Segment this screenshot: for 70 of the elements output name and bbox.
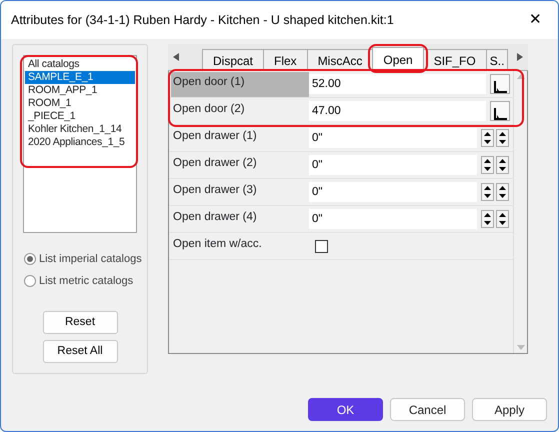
down-arrow-icon — [499, 140, 506, 144]
up-arrow-icon — [484, 213, 491, 217]
catalog-item[interactable]: 2020 Appliances_1_5 — [25, 136, 135, 149]
radio-button[interactable] — [24, 274, 36, 287]
value-field[interactable]: 0" — [309, 182, 477, 202]
tab[interactable]: S.. — [486, 49, 508, 70]
tab[interactable]: SIF_FO — [422, 49, 487, 70]
value-field[interactable]: 47.00 — [309, 101, 486, 121]
down-arrow-icon — [484, 167, 491, 171]
up-arrow-icon — [499, 213, 506, 217]
up-arrow-icon — [499, 186, 506, 190]
attribute-label[interactable]: Open drawer (4) — [171, 206, 309, 232]
attribute-label[interactable]: Open door (2) — [171, 98, 309, 124]
angle-icon — [493, 81, 507, 93]
spin-button[interactable] — [481, 183, 494, 201]
reset-button[interactable]: Reset — [42, 311, 118, 334]
radio-label[interactable]: List metric catalogs — [39, 272, 134, 289]
up-arrow-icon — [484, 132, 491, 136]
cancel-button[interactable]: Cancel — [390, 398, 465, 421]
spin-button[interactable] — [496, 129, 509, 147]
down-arrow-icon — [484, 194, 491, 198]
scroll-left-icon[interactable] — [173, 52, 179, 61]
tab[interactable]: Flex — [263, 49, 308, 70]
attribute-label[interactable]: Open drawer (3) — [171, 180, 309, 204]
down-arrow-icon — [499, 221, 506, 225]
up-arrow-icon — [499, 132, 506, 136]
checkbox[interactable] — [315, 240, 328, 252]
radio-label[interactable]: List imperial catalogs — [39, 251, 142, 268]
down-arrow-icon — [499, 194, 506, 198]
catalog-item[interactable]: _PIECE_1 — [25, 110, 135, 123]
measure-button[interactable] — [490, 101, 510, 121]
tab[interactable]: MiscAcc — [306, 49, 374, 70]
attribute-label[interactable]: Open drawer (2) — [171, 152, 309, 178]
scroll-right-icon[interactable] — [517, 52, 523, 61]
spin-button[interactable] — [481, 210, 494, 228]
spin-button[interactable] — [496, 210, 509, 228]
radio-button[interactable] — [24, 253, 36, 266]
apply-button[interactable]: Apply — [472, 398, 547, 421]
value-field[interactable]: 0" — [309, 209, 477, 229]
window-title: Attributes for (34-1-1) Ruben Hardy - Kitchen - U shaped kitchen.kit:1 — [11, 12, 394, 29]
catalog-item[interactable]: SAMPLE_E_1 — [25, 71, 135, 84]
catalog-item[interactable]: Kohler Kitchen_1_14 — [25, 123, 135, 136]
catalog-item[interactable]: ROOM_1 — [25, 97, 135, 110]
catalog-item[interactable]: All catalogs — [25, 58, 135, 71]
value-field[interactable]: 52.00 — [309, 74, 486, 94]
up-arrow-icon — [484, 186, 491, 190]
scroll-down-icon — [516, 345, 524, 350]
reset-all-button[interactable]: Reset All — [42, 340, 118, 363]
down-arrow-icon — [499, 167, 506, 171]
up-arrow-icon — [484, 159, 491, 163]
ok-button[interactable]: OK — [308, 398, 383, 421]
angle-icon — [493, 108, 507, 120]
value-field[interactable]: 0" — [309, 128, 477, 148]
down-arrow-icon — [484, 140, 491, 144]
scrollbar[interactable] — [513, 71, 527, 353]
tab[interactable]: Dispcat — [202, 49, 264, 70]
spin-button[interactable] — [496, 183, 509, 201]
spin-button[interactable] — [496, 156, 509, 174]
close-button[interactable]: ✕ — [523, 8, 548, 32]
attribute-label[interactable]: Open drawer (1) — [171, 126, 309, 150]
down-arrow-icon — [484, 221, 491, 225]
value-field[interactable]: 0" — [309, 155, 477, 175]
measure-button[interactable] — [490, 74, 510, 94]
up-arrow-icon — [499, 159, 506, 163]
attribute-label[interactable]: Open door (1) — [171, 72, 309, 96]
scroll-up-icon — [516, 74, 524, 79]
spin-button[interactable] — [481, 129, 494, 147]
catalog-item[interactable]: ROOM_APP_1 — [25, 84, 135, 97]
spin-button[interactable] — [481, 156, 494, 174]
attribute-label[interactable]: Open item w/acc. — [171, 234, 309, 258]
